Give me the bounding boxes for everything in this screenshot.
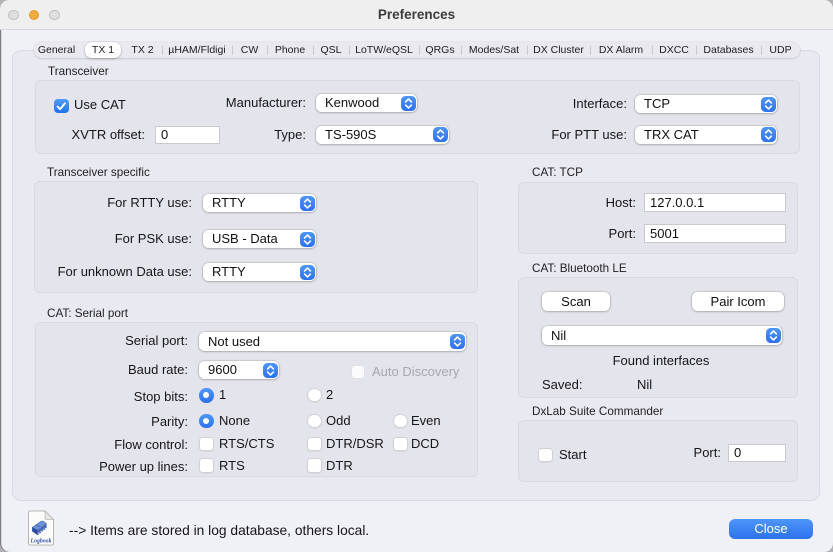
svg-text:Logbook: Logbook (30, 539, 52, 545)
